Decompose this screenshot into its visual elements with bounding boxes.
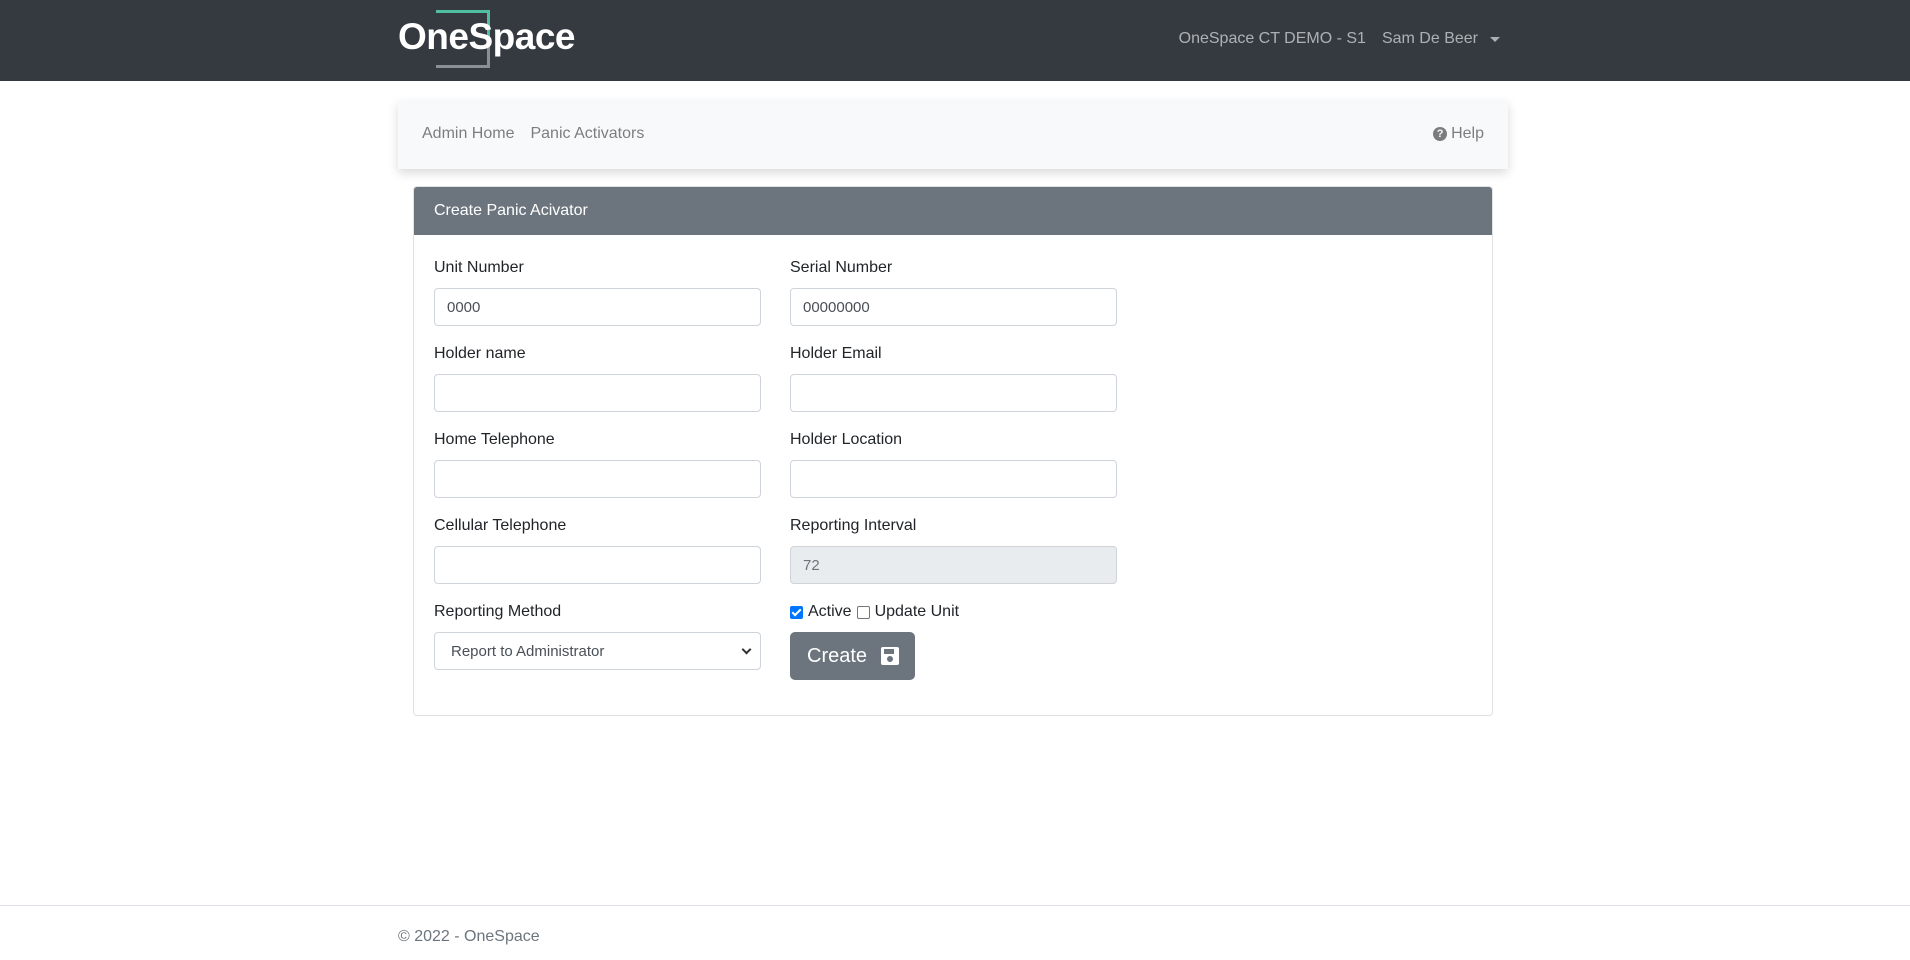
reporting-method-label: Reporting Method: [434, 603, 562, 620]
holder-location-input[interactable]: [790, 460, 1117, 498]
unit-number-input[interactable]: 0000: [434, 288, 761, 326]
save-icon: [881, 647, 900, 665]
sub-navigation: Admin Home Panic Activators ? Help: [398, 101, 1508, 169]
reporting-interval-label: Reporting Interval: [790, 517, 917, 534]
holder-name-label: Holder name: [434, 345, 526, 362]
unit-number-group: Unit Number 0000: [434, 259, 761, 326]
active-label[interactable]: Active: [808, 603, 852, 621]
holder-name-input[interactable]: [434, 374, 761, 412]
user-menu-dropdown[interactable]: Sam De Beer: [1382, 30, 1500, 48]
holder-email-input[interactable]: [790, 374, 1117, 412]
cellular-telephone-input[interactable]: [434, 546, 761, 584]
create-panic-activator-card: Create Panic Acivator Unit Number 0000 S…: [413, 186, 1493, 716]
admin-home-link[interactable]: Admin Home: [422, 125, 514, 143]
help-link[interactable]: ? Help: [1433, 125, 1484, 143]
onespace-logo[interactable]: OneSpace: [398, 10, 575, 68]
holder-email-group: Holder Email: [790, 345, 1117, 412]
holder-email-label: Holder Email: [790, 345, 882, 362]
unit-number-label: Unit Number: [434, 259, 524, 276]
chevron-down-icon: [741, 644, 752, 654]
footer: © 2022 - OneSpace: [0, 905, 1910, 960]
active-checkbox[interactable]: [790, 605, 803, 619]
home-telephone-label: Home Telephone: [434, 431, 555, 448]
reporting-method-group: Reporting Method Report to Administrator: [434, 603, 761, 670]
reporting-interval-input: 72: [790, 546, 1117, 584]
reporting-method-value: Report to Administrator: [451, 642, 605, 660]
update-unit-checkbox[interactable]: [856, 605, 870, 619]
reporting-interval-group: Reporting Interval 72: [790, 517, 1117, 584]
navbar-right: OneSpace CT DEMO - S1 Sam De Beer: [1179, 30, 1500, 48]
panic-activators-link[interactable]: Panic Activators: [530, 125, 644, 143]
site-name-link[interactable]: OneSpace CT DEMO - S1: [1179, 30, 1366, 48]
home-telephone-group: Home Telephone: [434, 431, 761, 498]
card-title: Create Panic Acivator: [414, 187, 1492, 235]
serial-number-group: Serial Number 00000000: [790, 259, 1117, 326]
checkbox-row: Active Update Unit: [790, 603, 964, 621]
serial-number-input[interactable]: 00000000: [790, 288, 1117, 326]
home-telephone-input[interactable]: [434, 460, 761, 498]
create-button[interactable]: Create: [790, 632, 915, 680]
holder-location-label: Holder Location: [790, 431, 903, 448]
reporting-method-select[interactable]: Report to Administrator: [434, 632, 761, 670]
holder-name-group: Holder name: [434, 345, 761, 412]
help-label: Help: [1451, 125, 1484, 142]
user-name: Sam De Beer: [1381, 30, 1478, 47]
cellular-telephone-label: Cellular Telephone: [434, 517, 567, 534]
caret-down-icon: [1490, 36, 1500, 42]
cellular-telephone-group: Cellular Telephone: [434, 517, 761, 584]
update-unit-label[interactable]: Update Unit: [875, 603, 960, 621]
breadcrumb-links: Admin Home Panic Activators: [422, 125, 660, 143]
top-navbar: OneSpace OneSpace CT DEMO - S1 Sam De Be…: [0, 0, 1910, 81]
question-circle-icon: ?: [1433, 127, 1448, 141]
copyright-text: © 2022 - OneSpace: [398, 928, 540, 945]
holder-location-group: Holder Location: [790, 431, 1117, 498]
create-button-label: Create: [807, 644, 868, 667]
serial-number-label: Serial Number: [790, 259, 893, 276]
brand-name: OneSpace: [398, 16, 575, 57]
